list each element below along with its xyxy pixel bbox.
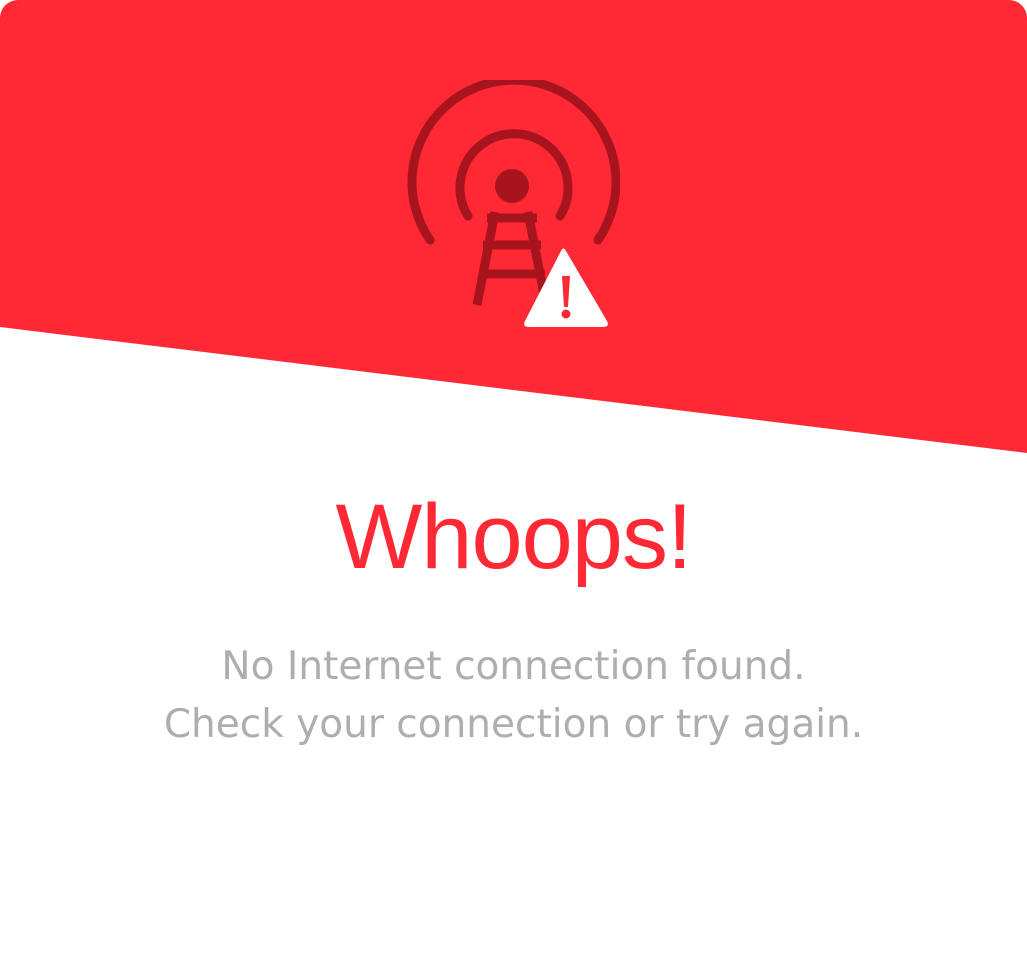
radio-tower-icon	[407, 80, 620, 327]
error-title: Whoops!	[335, 486, 692, 588]
tower-frame	[472, 211, 551, 306]
error-message: No Internet connection found. Check your…	[0, 638, 1027, 754]
transmitter-dot	[495, 169, 529, 203]
error-message-line-1: No Internet connection found.	[221, 644, 806, 689]
no-connection-card: Whoops! No Internet connection found. Ch…	[0, 0, 1027, 965]
error-message-line-2: Check your connection or try again.	[163, 702, 864, 747]
